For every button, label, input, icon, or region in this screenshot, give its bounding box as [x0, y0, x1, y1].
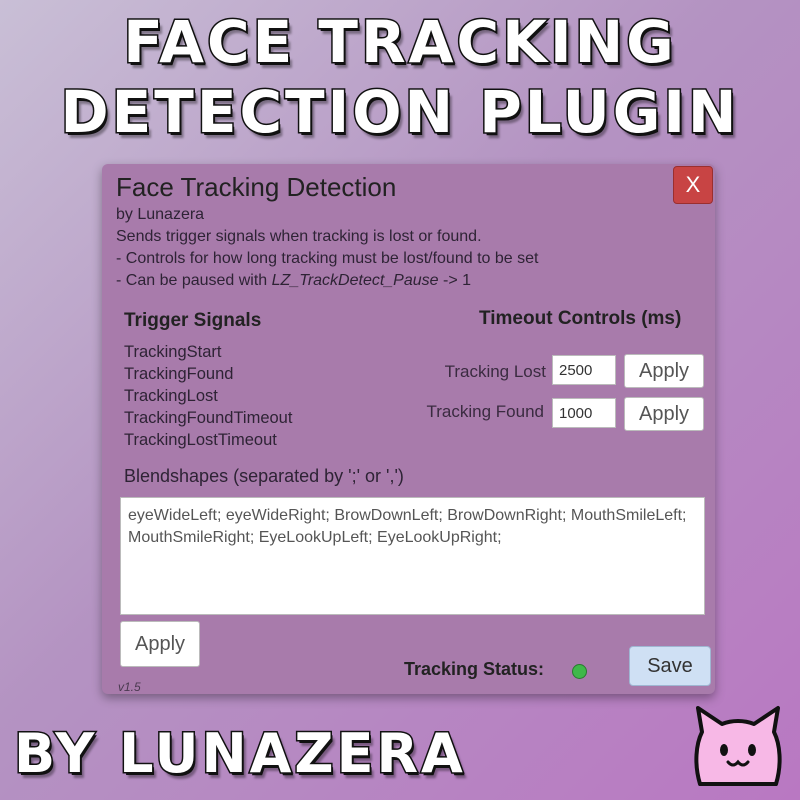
- banner-title-line1: FACE TRACKING: [122, 7, 677, 78]
- blendshapes-textarea[interactable]: eyeWideLeft; eyeWideRight; BrowDownLeft;…: [120, 497, 705, 615]
- timeout-controls-heading: Timeout Controls (ms): [479, 308, 682, 329]
- tracking-lost-label: Tracking Lost: [444, 362, 546, 381]
- blendshapes-apply-button[interactable]: Apply: [120, 621, 200, 667]
- description-line-3: - Can be paused with LZ_TrackDetect_Paus…: [116, 272, 471, 290]
- version-label: v1.5: [118, 680, 141, 694]
- banner-title-line2: DETECTION PLUGIN: [59, 77, 740, 148]
- tracking-lost-apply-button[interactable]: Apply: [624, 354, 704, 388]
- signal-item: TrackingLostTimeout: [124, 431, 277, 449]
- status-dot-icon: [572, 664, 587, 679]
- signal-item: TrackingFoundTimeout: [124, 409, 293, 427]
- blendshapes-label: Blendshapes (separated by ';' or ','): [124, 466, 404, 486]
- author-text: by Lunazera: [116, 206, 205, 223]
- tracking-found-apply-button[interactable]: Apply: [624, 397, 704, 431]
- close-button[interactable]: X: [673, 166, 713, 204]
- tracking-status-label: Tracking Status:: [404, 659, 545, 679]
- save-button[interactable]: Save: [629, 646, 711, 686]
- byline: BY LUNAZERA: [13, 721, 466, 787]
- pause-suffix: -> 1: [438, 272, 472, 289]
- pause-prefix: - Can be paused with: [116, 272, 272, 289]
- cat-face-icon: [694, 706, 782, 786]
- signal-item: TrackingStart: [124, 343, 222, 361]
- signal-item: TrackingLost: [124, 387, 218, 405]
- tracking-found-input[interactable]: 1000: [552, 398, 616, 428]
- close-icon: X: [685, 172, 701, 197]
- window-title: Face Tracking Detection: [116, 172, 397, 202]
- signal-item: TrackingFound: [124, 365, 234, 383]
- plugin-window: Face Tracking Detection X by Lunazera Se…: [102, 164, 715, 694]
- trigger-signals-heading: Trigger Signals: [124, 310, 262, 331]
- tracking-lost-input[interactable]: 2500: [552, 355, 616, 385]
- tracking-found-label: Tracking Found: [426, 402, 544, 421]
- description-line-1: Sends trigger signals when tracking is l…: [116, 228, 482, 245]
- description-line-2: - Controls for how long tracking must be…: [116, 250, 539, 267]
- pause-parameter: LZ_TrackDetect_Pause: [271, 272, 439, 289]
